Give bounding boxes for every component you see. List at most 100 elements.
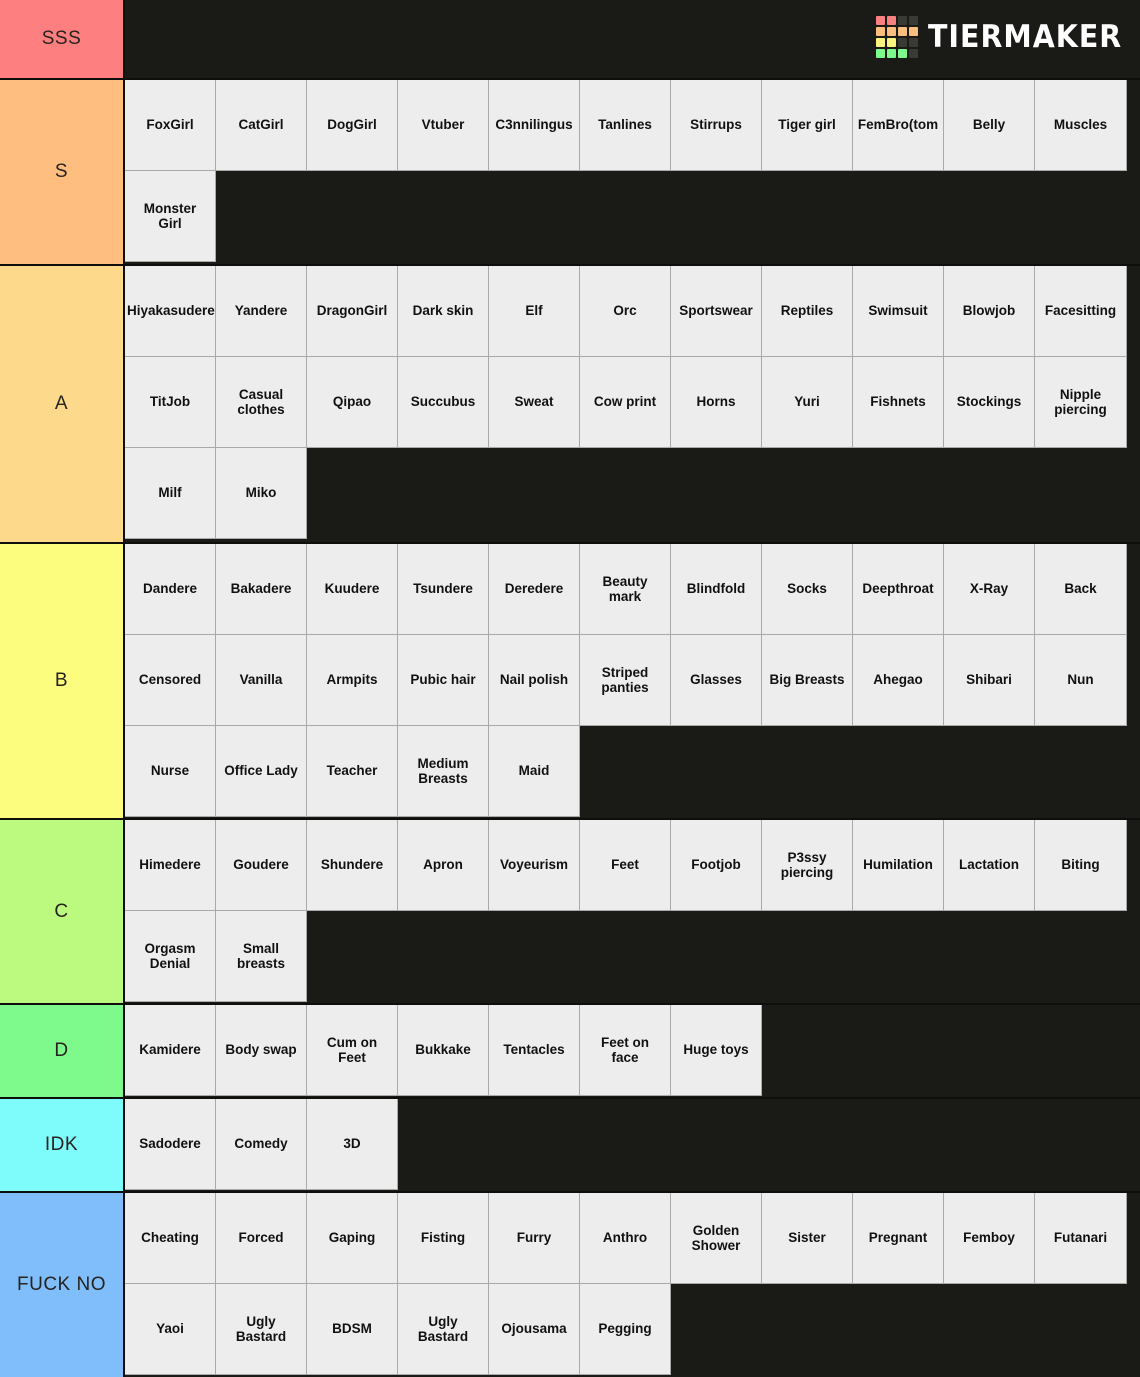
tier-item[interactable]: Anthro [580,1193,671,1284]
tier-items[interactable]: Kamidere Body swap Cum on Feet Bukkake Tenta… [125,1005,1140,1097]
tier-item[interactable]: FemBro(tom [853,80,944,171]
tier-item[interactable]: Glasses [671,635,762,726]
tier-item[interactable]: C3nnilingus [489,80,580,171]
tier-item[interactable]: Fisting [398,1193,489,1284]
tier-item[interactable]: Gaping [307,1193,398,1284]
tier-item[interactable]: Kamidere [125,1005,216,1096]
empty-slot[interactable] [125,1190,1140,1191]
tier-item[interactable]: Muscles [1035,80,1127,171]
tier-item[interactable]: Futanari [1035,1193,1127,1284]
tier-item[interactable]: Facesitting [1035,266,1127,357]
empty-slot[interactable] [216,171,1140,262]
empty-slot[interactable] [762,1005,1140,1096]
tier-label[interactable]: C [0,820,125,1003]
tier-item[interactable]: Shibari [944,635,1035,726]
tier-item[interactable]: Sportswear [671,266,762,357]
tier-item[interactable]: Office Lady [216,726,307,817]
tier-item[interactable]: Shundere [307,820,398,911]
tier-item[interactable]: Monster Girl [125,171,216,262]
tier-item[interactable]: Cow print [580,357,671,448]
tier-item[interactable]: Swimsuit [853,266,944,357]
empty-slot[interactable] [1127,635,1140,726]
tier-item[interactable]: Beauty mark [580,544,671,635]
tier-item[interactable]: Teacher [307,726,398,817]
tier-items[interactable]: FoxGirl CatGirl DogGirl Vtuber C3nnilingus Ta… [125,80,1140,264]
tier-items[interactable]: Sadodere Comedy 3D [125,1099,1140,1191]
tier-item[interactable]: Small breasts [216,911,307,1002]
tier-item[interactable]: Sweat [489,357,580,448]
tier-label[interactable]: S [0,80,125,264]
tier-body-sss[interactable]: TIERMAKER [125,0,1140,78]
tier-item[interactable]: Femboy [944,1193,1035,1284]
tier-item[interactable]: Nipple piercing [1035,357,1127,448]
tier-item[interactable]: Footjob [671,820,762,911]
tier-item[interactable]: Pubic hair [398,635,489,726]
tier-items[interactable]: Dandere Bakadere Kuudere Tsundere Deredere Be… [125,544,1140,818]
empty-slot[interactable] [125,1002,1140,1003]
tier-item[interactable]: Forced [216,1193,307,1284]
tier-item[interactable]: Ugly Bastard [216,1284,307,1375]
tier-item[interactable]: Reptiles [762,266,853,357]
tier-item[interactable]: FoxGirl [125,80,216,171]
tier-item[interactable]: Cheating [125,1193,216,1284]
tier-item[interactable]: CatGirl [216,80,307,171]
tier-item[interactable]: Goudere [216,820,307,911]
empty-slot[interactable] [307,448,1140,539]
tier-item[interactable]: Maid [489,726,580,817]
tier-item[interactable]: Tsundere [398,544,489,635]
tier-item[interactable]: Casual clothes [216,357,307,448]
empty-slot[interactable] [307,911,1140,1002]
tier-item[interactable]: Golden Shower [671,1193,762,1284]
tier-items[interactable]: Himedere Goudere Shundere Apron Voyeurism Fee… [125,820,1140,1003]
tier-label[interactable]: IDK [0,1099,125,1191]
tier-item[interactable]: Kuudere [307,544,398,635]
tier-item[interactable]: Striped panties [580,635,671,726]
tier-item[interactable]: Voyeurism [489,820,580,911]
tier-item[interactable]: Orc [580,266,671,357]
tier-item[interactable]: Ojousama [489,1284,580,1375]
tier-item[interactable]: Elf [489,266,580,357]
tier-item[interactable]: Nurse [125,726,216,817]
tier-item[interactable]: Fishnets [853,357,944,448]
tier-item[interactable]: Body swap [216,1005,307,1096]
tier-label[interactable]: A [0,266,125,542]
tier-item[interactable]: Ugly Bastard [398,1284,489,1375]
empty-slot[interactable] [1127,1193,1140,1284]
tier-item[interactable]: Succubus [398,357,489,448]
tier-item[interactable]: Nun [1035,635,1127,726]
tier-item[interactable]: Himedere [125,820,216,911]
tier-item[interactable]: Hiyakasudere [125,266,216,357]
empty-slot[interactable] [125,262,1140,264]
tier-item[interactable]: Tanlines [580,80,671,171]
tier-item[interactable]: Miko [216,448,307,539]
tier-item[interactable]: Medium Breasts [398,726,489,817]
tier-label[interactable]: FUCK NO [0,1193,125,1377]
empty-slot[interactable] [1127,544,1140,635]
tier-item[interactable]: TitJob [125,357,216,448]
tier-item[interactable]: Nail polish [489,635,580,726]
tier-label[interactable]: B [0,544,125,818]
empty-slot[interactable] [125,539,1140,542]
tier-item[interactable]: X-Ray [944,544,1035,635]
empty-slot[interactable] [125,1096,1140,1097]
tier-item[interactable]: Tiger girl [762,80,853,171]
tier-item[interactable]: Vtuber [398,80,489,171]
tier-label-sss[interactable]: SSS [0,0,125,78]
empty-slot[interactable] [1127,820,1140,911]
empty-slot[interactable] [398,1099,1140,1190]
tier-item[interactable]: Huge toys [671,1005,762,1096]
tier-label[interactable]: D [0,1005,125,1097]
tier-item[interactable]: Back [1035,544,1127,635]
tier-item[interactable]: Big Breasts [762,635,853,726]
empty-slot[interactable] [1127,80,1140,171]
tier-item[interactable]: DragonGirl [307,266,398,357]
empty-slot[interactable] [1127,357,1140,448]
tier-item[interactable]: Yandere [216,266,307,357]
tier-item[interactable]: Stirrups [671,80,762,171]
tier-item[interactable]: Orgasm Denial [125,911,216,1002]
tier-item[interactable]: Cum on Feet [307,1005,398,1096]
tier-item[interactable]: Vanilla [216,635,307,726]
tier-item[interactable]: Furry [489,1193,580,1284]
tier-item[interactable]: Dark skin [398,266,489,357]
tier-item[interactable]: BDSM [307,1284,398,1375]
